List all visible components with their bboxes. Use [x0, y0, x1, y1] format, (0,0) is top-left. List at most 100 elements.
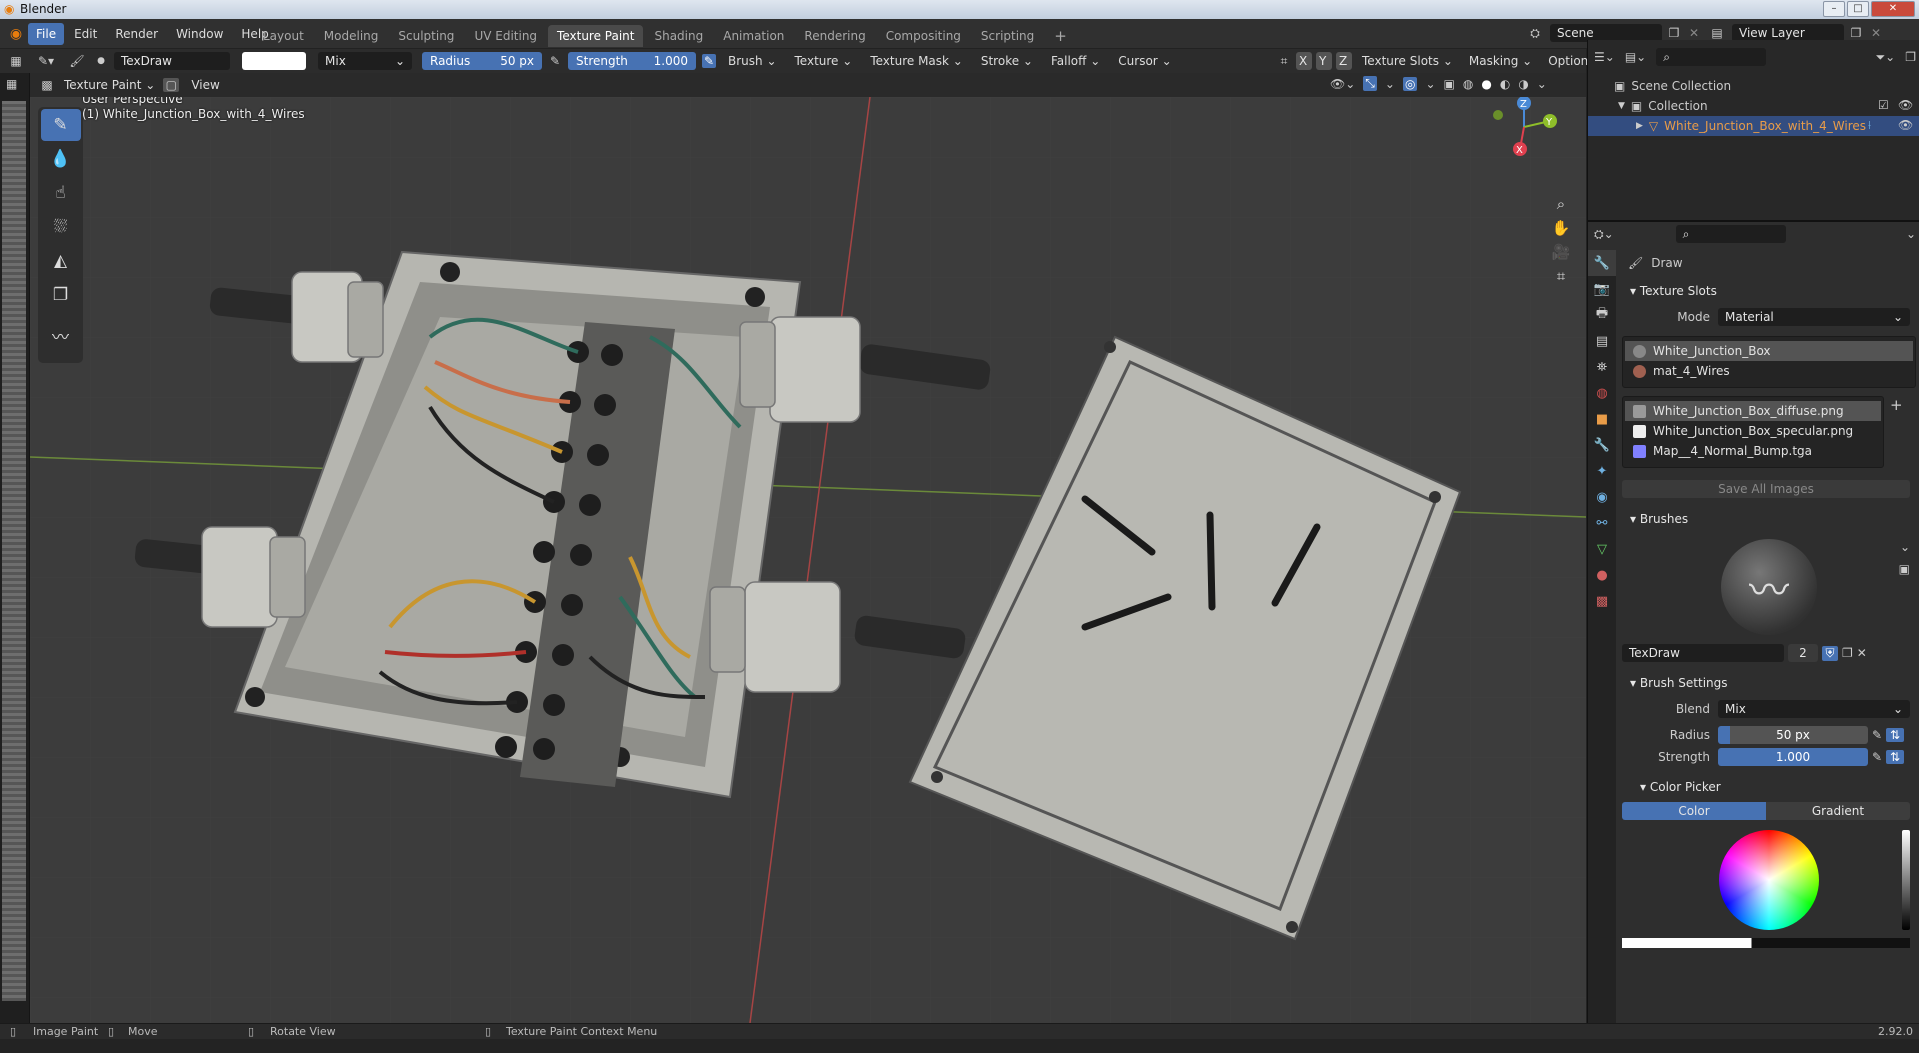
mask-tool-icon[interactable]: ❐: [41, 279, 81, 311]
brush-users-count[interactable]: 2: [1788, 644, 1818, 662]
color-tab[interactable]: Color: [1622, 802, 1766, 820]
strength-pen-icon[interactable]: ✎: [1868, 750, 1886, 764]
display-mode-icon[interactable]: ▤⌄: [1625, 50, 1646, 64]
zoom-icon[interactable]: ⌕: [1549, 192, 1573, 216]
draw-tool-icon[interactable]: ✎: [40, 109, 81, 141]
scene-tab-icon[interactable]: ⛯: [1588, 354, 1616, 380]
material-shading-icon[interactable]: ◐: [1500, 77, 1510, 91]
strip-editor-icon[interactable]: ▦: [6, 77, 17, 91]
data-tab-icon[interactable]: ▽: [1588, 536, 1616, 562]
outliner-collection[interactable]: ▼ ▣ Collection ☑ 👁: [1588, 96, 1919, 116]
fill-tool-icon[interactable]: ◭: [41, 245, 81, 277]
shading-options-icon[interactable]: ⌄: [1537, 77, 1547, 91]
particles-tab-icon[interactable]: ✦: [1588, 458, 1616, 484]
radius-slider[interactable]: Radius 50 px: [422, 52, 542, 70]
brush-datablock-name[interactable]: TexDraw: [1622, 644, 1784, 662]
filter-icon[interactable]: ⏷⌄: [1876, 50, 1896, 65]
view-layer-icon[interactable]: ▤: [1706, 26, 1728, 40]
image-slot-normal[interactable]: Map__4_Normal_Bump.tga: [1625, 441, 1881, 461]
unlink-brush-icon[interactable]: ✕: [1857, 646, 1867, 660]
tab-sculpting[interactable]: Sculpting: [389, 25, 463, 47]
texture-slots-menu[interactable]: Texture Slots ⌄: [1356, 52, 1459, 70]
tool-icon[interactable]: ✎▾: [32, 54, 60, 68]
navigation-gizmo[interactable]: Z Y X: [1484, 97, 1564, 167]
mirror-y-toggle[interactable]: Y: [1316, 52, 1332, 70]
strength-pressure-icon[interactable]: ✎: [702, 54, 716, 68]
tab-compositing[interactable]: Compositing: [877, 25, 970, 47]
material-item-box[interactable]: White_Junction_Box: [1625, 341, 1913, 361]
constraints-tab-icon[interactable]: ⚯: [1588, 510, 1616, 536]
tab-rendering[interactable]: Rendering: [795, 25, 874, 47]
material-tab-icon[interactable]: ●: [1588, 562, 1616, 588]
physics-tab-icon[interactable]: ◉: [1588, 484, 1616, 510]
color-swatch-bar[interactable]: [1622, 938, 1910, 948]
modifiers-tab-icon[interactable]: 🔧: [1588, 432, 1616, 458]
mirror-x-toggle[interactable]: X: [1296, 52, 1312, 70]
close-button[interactable]: ✕: [1871, 1, 1915, 17]
value-slider[interactable]: [1902, 830, 1910, 930]
masking-menu[interactable]: Masking ⌄: [1463, 52, 1538, 70]
brush-image-icon[interactable]: ▣: [1899, 562, 1910, 576]
mirror-z-toggle[interactable]: Z: [1336, 52, 1352, 70]
world-tab-icon[interactable]: ◍: [1588, 380, 1616, 406]
texture-mask-menu[interactable]: Texture Mask ⌄: [864, 52, 969, 70]
fake-user-icon[interactable]: ●: [94, 56, 108, 66]
texture-mode-dropdown[interactable]: Material ⌄: [1718, 308, 1910, 326]
tab-animation[interactable]: Animation: [714, 25, 793, 47]
minimize-button[interactable]: –: [1823, 1, 1845, 17]
texture-slots-panel-header[interactable]: ▾ Texture Slots: [1622, 280, 1916, 302]
expand-arrow-icon[interactable]: ▶: [1636, 121, 1643, 131]
collection-visibility-icon[interactable]: 👁: [1898, 98, 1913, 112]
color-wheel[interactable]: [1719, 830, 1819, 930]
tab-scripting[interactable]: Scripting: [972, 25, 1043, 47]
brush-preview-thumbnail[interactable]: 〰: [1721, 539, 1817, 635]
menu-edit[interactable]: Edit: [66, 23, 105, 45]
menu-window[interactable]: Window: [168, 23, 231, 45]
xray-icon[interactable]: ▣: [1444, 77, 1455, 91]
strength-field[interactable]: 1.000: [1718, 748, 1868, 766]
object-tab-icon[interactable]: ■: [1588, 406, 1616, 432]
stroke-menu[interactable]: Stroke ⌄: [975, 52, 1039, 70]
fake-user-shield-icon[interactable]: ⛨: [1822, 645, 1838, 661]
radius-field[interactable]: 50 px: [1718, 726, 1868, 744]
object-visibility-icon[interactable]: 👁: [1898, 118, 1913, 132]
brushes-panel-header[interactable]: ▾ Brushes: [1622, 508, 1916, 530]
strength-slider[interactable]: Strength 1.000: [568, 52, 696, 70]
brush-color-swatch[interactable]: [242, 52, 306, 70]
brush-settings-panel-header[interactable]: ▾ Brush Settings: [1622, 672, 1916, 694]
image-slot-diffuse[interactable]: White_Junction_Box_diffuse.png: [1625, 401, 1881, 421]
mode-dropdown[interactable]: Texture Paint ⌄: [62, 76, 157, 94]
view-layer-tab-icon[interactable]: ▤: [1588, 328, 1616, 354]
tab-shading[interactable]: Shading: [645, 25, 712, 47]
wireframe-shading-icon[interactable]: ◍: [1463, 77, 1473, 91]
image-slot-specular[interactable]: White_Junction_Box_specular.png: [1625, 421, 1881, 441]
soften-tool-icon[interactable]: 💧: [41, 143, 81, 175]
view-menu[interactable]: View: [185, 76, 225, 94]
overlay-toggle-icon[interactable]: ◎: [1402, 76, 1418, 91]
falloff-menu[interactable]: Falloff ⌄: [1045, 52, 1106, 70]
menu-render[interactable]: Render: [107, 23, 166, 45]
tool-tab-icon[interactable]: 🔧: [1588, 250, 1616, 276]
camera-icon[interactable]: 🎥: [1549, 240, 1573, 264]
properties-search-input[interactable]: ⌕: [1675, 225, 1786, 243]
radius-pen-icon[interactable]: ✎: [1868, 728, 1886, 742]
color-picker-panel-header[interactable]: ▾ Color Picker: [1622, 776, 1916, 798]
outliner-object[interactable]: ▶ ▽ White_Junction_Box_with_4_Wires ⟊ 👁: [1588, 116, 1919, 136]
menu-file[interactable]: File: [28, 23, 65, 45]
solid-shading-icon[interactable]: ●: [1481, 77, 1491, 91]
clone-tool-icon[interactable]: ⛆: [41, 211, 81, 243]
scene-icon[interactable]: ⛭: [1524, 26, 1546, 41]
tab-layout[interactable]: Layout: [254, 25, 313, 47]
editor-type-icon[interactable]: ▦: [6, 54, 26, 68]
add-slot-icon[interactable]: +: [1890, 396, 1903, 414]
cursor-menu[interactable]: Cursor ⌄: [1112, 52, 1177, 70]
brush-name-field[interactable]: TexDraw: [114, 52, 230, 70]
render-tab-icon[interactable]: 📷: [1588, 276, 1616, 302]
new-collection-icon[interactable]: ❐: [1905, 50, 1916, 64]
paint-mask-icon[interactable]: ▢: [163, 78, 180, 92]
pan-hand-icon[interactable]: ✋: [1549, 216, 1573, 240]
collapse-arrow-icon[interactable]: ▼: [1618, 101, 1625, 111]
radius-unit-icon[interactable]: ⇅: [1886, 728, 1904, 742]
left-image-editor-strip[interactable]: ▦: [0, 73, 30, 1023]
properties-options-icon[interactable]: ⌄: [1906, 227, 1916, 241]
